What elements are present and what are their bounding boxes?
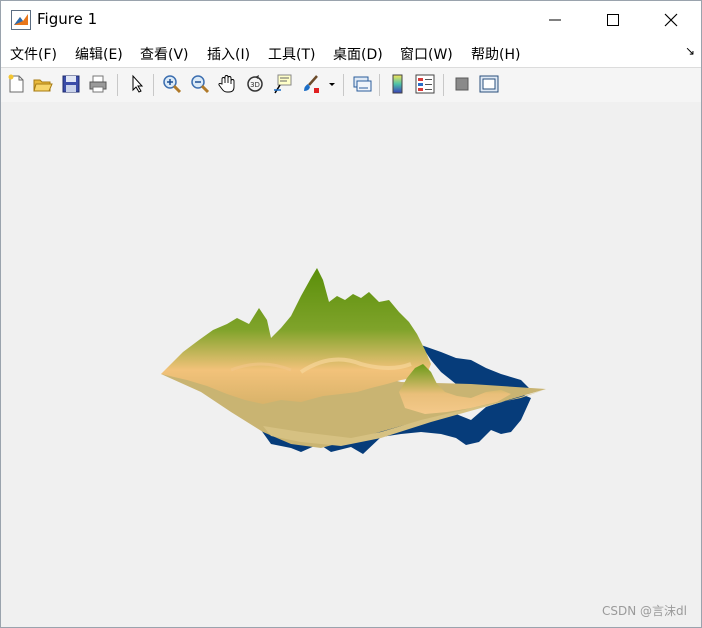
toolbar-separator [117, 74, 118, 96]
edit-plot-icon[interactable] [126, 73, 148, 95]
maximize-icon [607, 14, 619, 26]
menu-desktop[interactable]: 桌面(D) [333, 44, 383, 64]
hide-plot-tools-icon[interactable] [451, 73, 473, 95]
matlab-logo-icon [11, 10, 31, 30]
menu-edit[interactable]: 编辑(E) [75, 44, 123, 64]
surface-plot[interactable] [1, 102, 701, 627]
pan-icon[interactable] [216, 73, 238, 95]
figure-window: Figure 1 文件(F) 编辑(E) 查看(V) 插入(I) 工具(T) 桌… [0, 0, 702, 628]
menu-tools[interactable]: 工具(T) [268, 44, 315, 64]
menu-help[interactable]: 帮助(H) [471, 44, 520, 64]
legend-icon[interactable] [414, 73, 436, 95]
title-bar[interactable]: Figure 1 [1, 1, 701, 39]
watermark-text: CSDN @言沫dl [602, 604, 687, 618]
menu-window[interactable]: 窗口(W) [400, 44, 453, 64]
menu-insert[interactable]: 插入(I) [207, 44, 250, 64]
close-icon [664, 13, 678, 27]
rotate-3d-icon[interactable]: 3D [244, 73, 266, 95]
close-button[interactable] [642, 1, 700, 39]
save-icon[interactable] [60, 73, 82, 95]
figure-canvas[interactable]: CSDN @言沫dl [1, 102, 701, 627]
print-icon[interactable] [87, 73, 109, 95]
maximize-button[interactable] [584, 1, 642, 39]
open-file-icon[interactable] [32, 73, 54, 95]
colorbar-icon[interactable] [387, 73, 409, 95]
zoom-in-icon[interactable] [161, 73, 183, 95]
window-title: Figure 1 [37, 10, 98, 28]
link-plot-icon[interactable] [351, 73, 373, 95]
data-cursor-icon[interactable] [272, 73, 294, 95]
figure-toolbar: 3D [1, 67, 701, 103]
brush-icon[interactable] [300, 73, 322, 95]
toolbar-separator [343, 74, 344, 96]
menu-view[interactable]: 查看(V) [140, 44, 189, 64]
toolbar-separator [443, 74, 444, 96]
minimize-button[interactable] [526, 1, 584, 39]
show-plot-tools-icon[interactable] [478, 73, 500, 95]
toolbar-separator [379, 74, 380, 96]
zoom-out-icon[interactable] [189, 73, 211, 95]
menu-bar: 文件(F) 编辑(E) 查看(V) 插入(I) 工具(T) 桌面(D) 窗口(W… [1, 39, 701, 67]
toolbar-separator [153, 74, 154, 96]
svg-text:3D: 3D [250, 81, 260, 89]
dock-figure-arrow-icon[interactable]: ↘ [685, 44, 695, 58]
menu-file[interactable]: 文件(F) [10, 44, 57, 64]
minimize-icon [549, 19, 561, 21]
new-figure-icon[interactable] [5, 73, 27, 95]
brush-dropdown-icon[interactable] [328, 82, 336, 88]
